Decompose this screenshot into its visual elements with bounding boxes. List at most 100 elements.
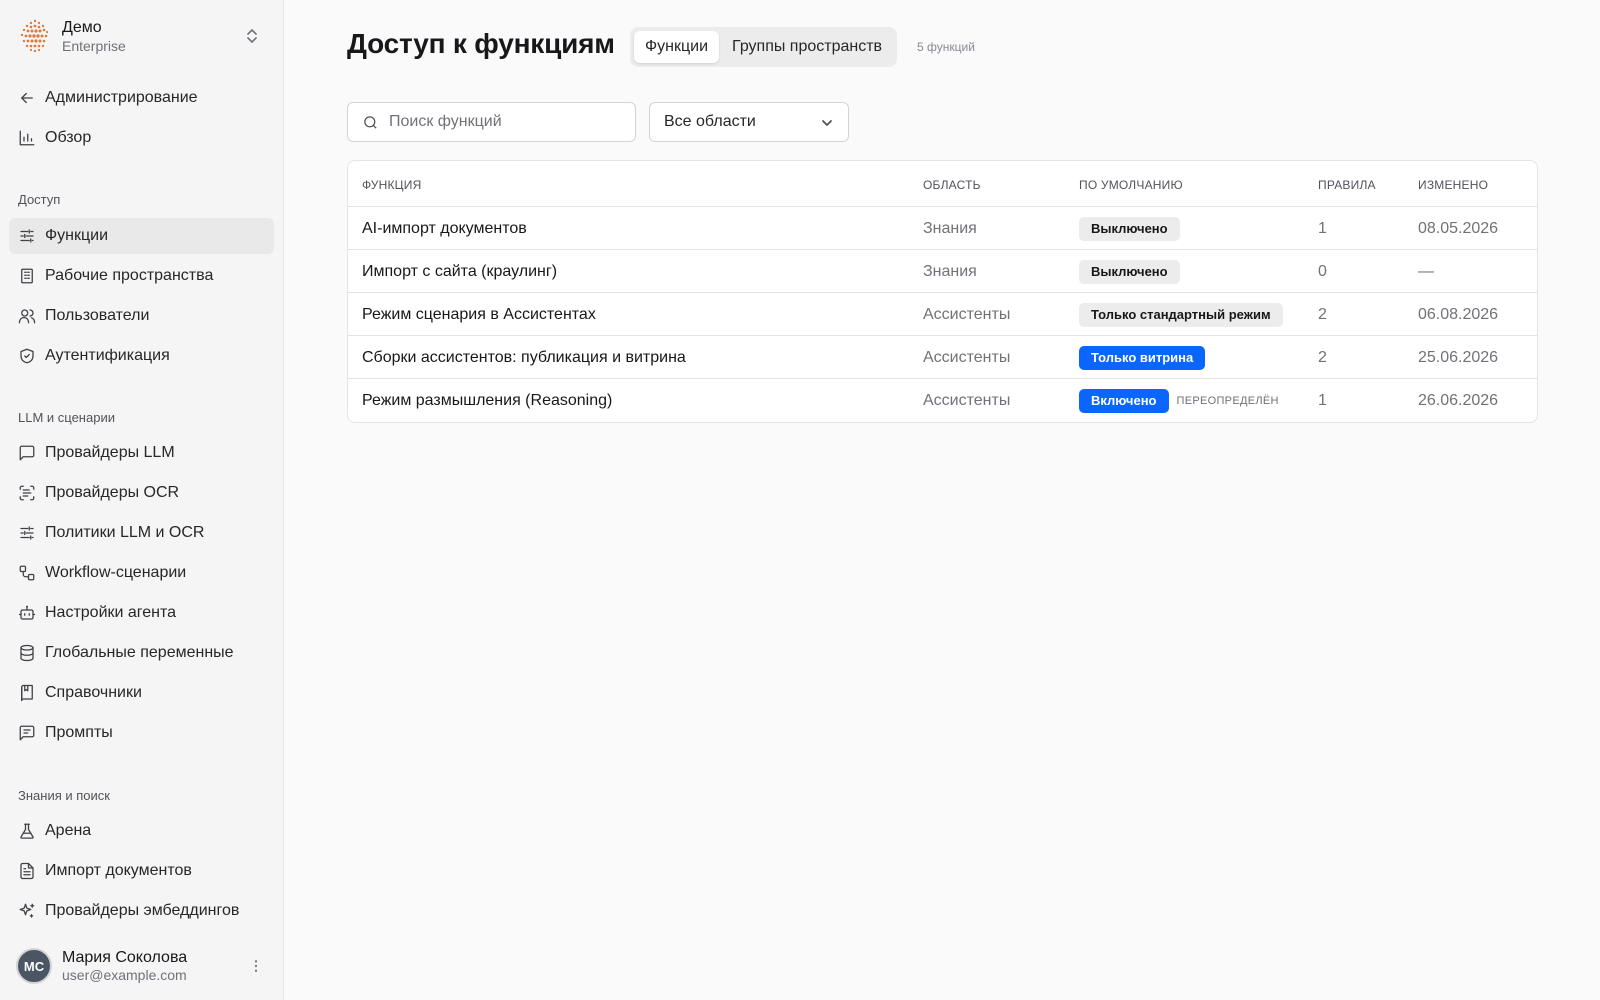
avatar: МС xyxy=(16,948,52,984)
table-row[interactable]: Режим сценария в Ассистентах Ассистенты … xyxy=(348,293,1537,336)
changed-date: 06.08.2026 xyxy=(1418,305,1499,323)
nav-overview[interactable]: Обзор xyxy=(9,120,274,156)
default-cell: Только витрина xyxy=(1079,336,1206,379)
default-cell: Выключено xyxy=(1079,207,1180,250)
nav-label: Функции xyxy=(45,227,109,244)
rules-count: 1 xyxy=(1318,391,1327,409)
nav-dictionaries[interactable]: Справочники xyxy=(9,675,274,711)
nav-agent-settings[interactable]: Настройки агента xyxy=(9,595,274,631)
chevron-down-icon xyxy=(822,120,832,126)
bot-icon xyxy=(18,604,36,622)
table-row[interactable]: AI-импорт документов Знания Выключено 1 … xyxy=(348,207,1537,250)
changed-date: 26.06.2026 xyxy=(1418,391,1499,409)
user-email: user@example.com xyxy=(62,967,187,983)
feature-area: Знания xyxy=(923,262,977,280)
arrow-left-icon xyxy=(18,89,36,107)
default-cell: Только стандартный режим xyxy=(1079,293,1283,336)
nav-label: Обзор xyxy=(45,129,92,146)
feature-name: AI-импорт документов xyxy=(362,219,527,237)
section-access: Доступ xyxy=(18,192,61,207)
table-row[interactable]: Сборки ассистентов: публикация и витрина… xyxy=(348,336,1537,379)
nav-workspaces[interactable]: Рабочие пространства xyxy=(9,258,274,294)
sliders-icon xyxy=(18,227,36,245)
features-table: ФУНКЦИЯ ОБЛАСТЬ ПО УМОЛЧАНИЮ ПРАВИЛА ИЗМ… xyxy=(347,160,1538,423)
rules-count: 2 xyxy=(1318,348,1327,366)
rules-count: 1 xyxy=(1318,219,1327,237)
nav-prompts[interactable]: Промпты xyxy=(9,715,274,751)
bar-chart-icon xyxy=(18,129,36,147)
tab-space-groups[interactable]: Группы пространств xyxy=(721,31,893,63)
status-badge: Только витрина xyxy=(1079,345,1206,370)
feature-name: Импорт с сайта (краулинг) xyxy=(362,262,558,280)
nav-label: Workflow-сценарии xyxy=(45,564,187,581)
workflow-icon xyxy=(18,564,36,582)
feature-name: Режим сценария в Ассистентах xyxy=(362,305,596,323)
nav-label: Настройки агента xyxy=(45,604,177,621)
section-knowledge: Знания и поиск xyxy=(18,788,110,803)
org-switcher[interactable]: Демо Enterprise xyxy=(16,16,268,56)
nav-label: Рабочие пространства xyxy=(45,267,214,284)
search-icon xyxy=(364,115,377,129)
column-header: ФУНКЦИЯ xyxy=(362,178,422,192)
building-icon xyxy=(18,267,36,285)
nav-workflows[interactable]: Workflow-сценарии xyxy=(9,555,274,591)
feature-area: Ассистенты xyxy=(923,305,1011,323)
table-header: ФУНКЦИЯ ОБЛАСТЬ ПО УМОЛЧАНИЮ ПРАВИЛА ИЗМ… xyxy=(348,161,1537,207)
nav-label: Арена xyxy=(45,822,92,839)
search-input[interactable] xyxy=(389,113,629,131)
search-box xyxy=(347,102,636,142)
tab-features[interactable]: Функции xyxy=(634,31,720,63)
users-icon xyxy=(18,307,36,325)
area-filter-value: Все области xyxy=(664,113,756,130)
flask-icon xyxy=(18,822,36,840)
table-row[interactable]: Режим размышления (Reasoning) Ассистенты… xyxy=(348,379,1537,422)
org-name: Демо xyxy=(62,18,102,36)
page-title: Доступ к функциям xyxy=(347,28,615,59)
sidebar: Демо Enterprise Администрирование Обзор … xyxy=(0,0,284,1000)
feature-area: Знания xyxy=(923,219,977,237)
org-logo-icon xyxy=(20,19,49,53)
feature-count: 5 функций xyxy=(917,40,975,54)
column-header: ПО УМОЛЧАНИЮ xyxy=(1079,178,1183,192)
nav-label: Администрирование xyxy=(45,89,198,106)
nav-label: Импорт документов xyxy=(45,862,192,879)
nav-arena[interactable]: Арена xyxy=(9,813,274,849)
nav-admin-back[interactable]: Администрирование xyxy=(9,80,274,116)
nav-embedding-providers[interactable]: Провайдеры эмбеддингов xyxy=(9,893,274,929)
feature-area: Ассистенты xyxy=(923,348,1011,366)
column-header: ИЗМЕНЕНО xyxy=(1418,178,1489,192)
nav-label: Политики LLM и OCR xyxy=(45,524,205,541)
nav-llm-ocr-policies[interactable]: Политики LLM и OCR xyxy=(9,515,274,551)
database-icon xyxy=(18,644,36,662)
nav-auth[interactable]: Аутентификация xyxy=(9,338,274,374)
chevrons-up-down-icon xyxy=(247,29,257,43)
nav-label: Справочники xyxy=(45,684,142,701)
sliders-icon xyxy=(18,524,36,542)
nav-document-import[interactable]: Импорт документов xyxy=(9,853,274,889)
nav-ocr-providers[interactable]: Провайдеры OCR xyxy=(9,475,274,511)
shield-check-icon xyxy=(18,347,36,365)
nav-global-variables[interactable]: Глобальные переменные xyxy=(9,635,274,671)
nav-llm-providers[interactable]: Провайдеры LLM xyxy=(9,435,274,471)
column-header: ПРАВИЛА xyxy=(1318,178,1376,192)
status-badge: Выключено xyxy=(1079,216,1180,241)
changed-date: 08.05.2026 xyxy=(1418,219,1499,237)
default-cell: Включено ПЕРЕОПРЕДЕЛЁН xyxy=(1079,379,1279,422)
rules-count: 2 xyxy=(1318,305,1327,323)
user-profile[interactable]: МС Мария Соколова user@example.com xyxy=(16,946,272,986)
nav-users[interactable]: Пользователи xyxy=(9,298,274,334)
status-badge: Выключено xyxy=(1079,259,1180,284)
book-icon xyxy=(18,684,36,702)
more-vertical-icon[interactable] xyxy=(246,956,266,976)
nav-label: Провайдеры LLM xyxy=(45,444,175,461)
area-filter-select[interactable]: Все области xyxy=(649,102,849,142)
status-badge: Только стандартный режим xyxy=(1079,302,1283,327)
feature-area: Ассистенты xyxy=(923,391,1011,409)
nav-label: Пользователи xyxy=(45,307,150,324)
nav-features[interactable]: Функции xyxy=(9,218,274,254)
table-row[interactable]: Импорт с сайта (краулинг) Знания Выключе… xyxy=(348,250,1537,293)
feature-name: Сборки ассистентов: публикация и витрина xyxy=(362,348,686,366)
nav-label: Промпты xyxy=(45,724,113,741)
feature-name: Режим размышления (Reasoning) xyxy=(362,391,613,409)
section-llm: LLM и сценарии xyxy=(18,410,115,425)
